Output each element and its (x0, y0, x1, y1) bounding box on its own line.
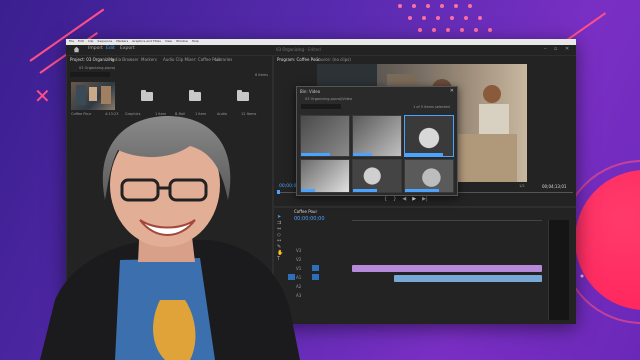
presenter-portrait (40, 115, 300, 360)
